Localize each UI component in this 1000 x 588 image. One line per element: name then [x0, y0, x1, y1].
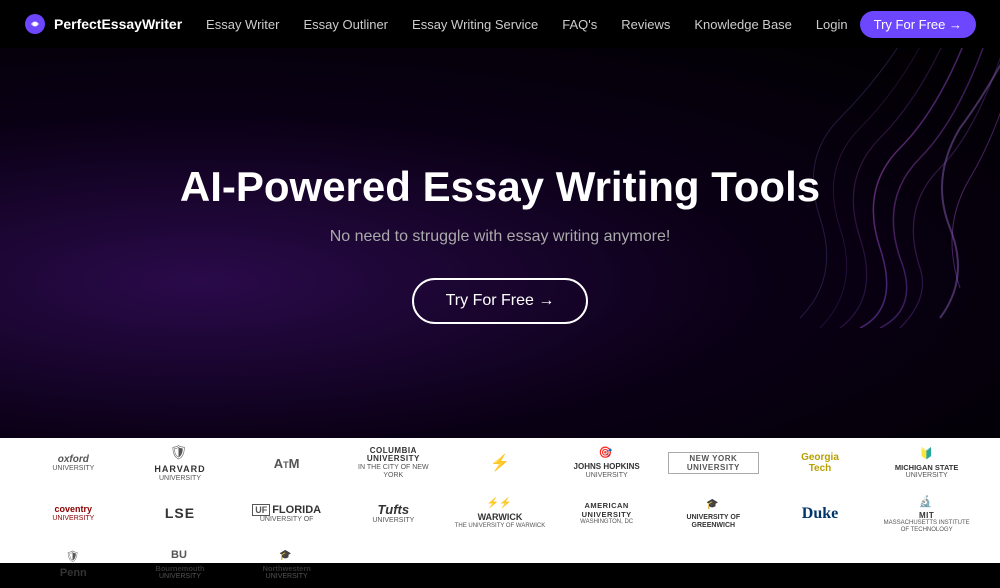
nav-reviews[interactable]: Reviews: [621, 17, 670, 32]
hero-section: AI-Powered Essay Writing Tools No need t…: [0, 48, 1000, 438]
login-button[interactable]: Login: [816, 17, 848, 32]
nav-essay-writing-service[interactable]: Essay Writing Service: [412, 17, 538, 32]
logo-columbia: COLUMBIA UNIVERSITY IN THE CITY OF NEW Y…: [340, 440, 447, 487]
university-logos-grid: oxford University 🛡 HARVARD UNIVERSITY A…: [20, 440, 980, 588]
logo-northwestern: 🎓 Northwestern UNIVERSITY: [233, 542, 340, 588]
logo-georgia-tech: Georgia Tech: [767, 440, 874, 487]
logo-duke: Duke: [767, 491, 874, 538]
logo-warwick: ⚡⚡ WARWICK THE UNIVERSITY OF WARWICK: [447, 491, 554, 538]
logo-greenwich: 🎓 UNIVERSITY OF GREENWICH: [660, 491, 767, 538]
logo-american-university: AMERICAN UNIVERSITY WASHINGTON, DC: [553, 491, 660, 538]
try-free-nav-button[interactable]: Try For Free →: [860, 11, 976, 38]
nav-faqs[interactable]: FAQ's: [562, 17, 597, 32]
logo-johns-hopkins: 🎯 JOHNS HOPKINS UNIVERSITY: [553, 440, 660, 487]
logo-tufts: Tufts UNIVERSITY: [340, 491, 447, 538]
trusted-section: TRUSTED BY 100,000+ STUDENTS & PROFESSIO…: [0, 438, 1000, 563]
hero-subtitle: No need to struggle with essay writing a…: [330, 228, 671, 246]
navbar-links: Essay Writer Essay Outliner Essay Writin…: [206, 17, 792, 32]
navbar: PerfectEssayWriter Essay Writer Essay Ou…: [0, 0, 1000, 48]
logo-oxford: oxford University: [20, 440, 127, 487]
nav-knowledge-base[interactable]: Knowledge Base: [694, 17, 792, 32]
logo-yale: ⚡: [447, 440, 554, 487]
logo-texas-am: ATM: [233, 440, 340, 487]
navbar-actions: Login Try For Free →: [816, 11, 976, 38]
logo-icon: [24, 13, 46, 35]
hero-cta-button[interactable]: Try For Free →: [412, 278, 589, 324]
logo-text: PerfectEssayWriter: [54, 16, 182, 32]
nav-essay-writer[interactable]: Essay Writer: [206, 17, 279, 32]
logo-lse: LSE: [127, 491, 234, 538]
logo-penn: 🛡 Penn: [20, 542, 127, 588]
logo-michigan-state: 🔰 MICHIGAN STATE UNIVERSITY: [873, 440, 980, 487]
logo-florida: UF FLORIDA UNIVERSITY OF: [233, 491, 340, 538]
logo-nyu: NEW YORK UNIVERSITY: [660, 440, 767, 487]
hero-title: AI-Powered Essay Writing Tools: [180, 162, 820, 212]
logo-bournemouth: BU Bournemouth UNIVERSITY: [127, 542, 234, 588]
navbar-brand: PerfectEssayWriter: [24, 13, 182, 35]
logo-mit: 🔬 ΜΙΤ Massachusetts Institute of Technol…: [873, 491, 980, 538]
nav-essay-outliner[interactable]: Essay Outliner: [303, 17, 388, 32]
logo-harvard: 🛡 HARVARD UNIVERSITY: [127, 440, 234, 487]
logo-coventry: coventry University: [20, 491, 127, 538]
